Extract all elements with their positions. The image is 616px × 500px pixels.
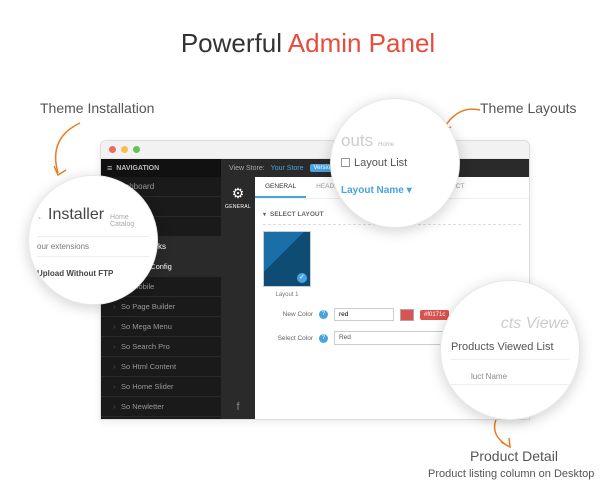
magnifier-products: cts Viewe Products Viewed List luct Name [440, 280, 580, 420]
store-link[interactable]: Your Store [271, 165, 304, 172]
help-icon-2[interactable]: ? [319, 334, 328, 343]
general-label: GENERAL [225, 204, 251, 210]
gear-icon[interactable]: ⚙ [232, 185, 245, 202]
page-title: Powerful Admin Panel [0, 0, 616, 67]
nav-so-search-pro[interactable]: So Search Pro [101, 337, 221, 357]
color-swatch[interactable] [400, 309, 414, 321]
icon-column: ⚙ GENERAL f [221, 177, 255, 419]
label-theme-installation: Theme Installation [40, 100, 154, 116]
window-close-dot[interactable] [109, 146, 116, 153]
nav-so-mega-menu[interactable]: So Mega Menu [101, 317, 221, 337]
layouts-partial: outs [341, 131, 373, 151]
nav-header: NAVIGATION [101, 159, 221, 177]
chevron-down-icon: ▾ [407, 185, 412, 196]
select-color-label: Select Color [263, 335, 313, 342]
product-name-partial: luct Name [451, 372, 569, 385]
new-color-label: New Color [263, 311, 313, 318]
title-part1: Powerful [181, 28, 288, 58]
window-max-dot[interactable] [133, 146, 140, 153]
facebook-icon[interactable]: f [236, 395, 239, 419]
layout-name-link[interactable]: Layout Name [341, 185, 404, 196]
installer-extensions: our extensions [37, 236, 149, 257]
installer-title: Installer [48, 206, 104, 224]
new-color-input[interactable] [334, 308, 394, 321]
label-theme-layouts: Theme Layouts [480, 100, 577, 116]
nav-so-home-slider[interactable]: So Home Slider [101, 377, 221, 397]
magnifier-installer: .InstallerHome Catalog our extensions Up… [28, 175, 158, 305]
products-viewed-list: Products Viewed List [451, 341, 569, 360]
tab-general[interactable]: GENERAL [255, 177, 306, 198]
select-color-dropdown[interactable]: Red ▾ [334, 331, 454, 345]
label-product-detail-sub: Product listing column on Desktop [428, 468, 594, 480]
upload-without-ftp: Upload Without FTP [37, 269, 149, 278]
checkbox-icon[interactable] [341, 158, 350, 167]
title-part2: Admin Panel [288, 28, 435, 58]
magnifier-layouts: outs Home Layout List Layout Name▾ [330, 98, 460, 228]
help-icon[interactable]: ? [319, 310, 328, 319]
hex-badge: #f0171c [420, 310, 449, 320]
installer-sub: Home Catalog [110, 214, 149, 228]
layout-list-label: Layout List [354, 157, 407, 169]
layout-thumb-label: Layout 1 [263, 292, 311, 298]
select-color-value: Red [339, 334, 351, 341]
breadcrumb-home: Home [378, 142, 394, 148]
browser-chrome [101, 141, 529, 159]
layout-thumbnail-1[interactable] [263, 231, 311, 287]
nav-so-newsletter[interactable]: So Newletter [101, 397, 221, 417]
nav-so-html-content[interactable]: So Html Content [101, 357, 221, 377]
window-min-dot[interactable] [121, 146, 128, 153]
products-viewed-partial: cts Viewe [451, 315, 569, 333]
view-store-label: View Store: [229, 165, 265, 172]
nav-so-page-builder[interactable]: So Page Builder [101, 297, 221, 317]
